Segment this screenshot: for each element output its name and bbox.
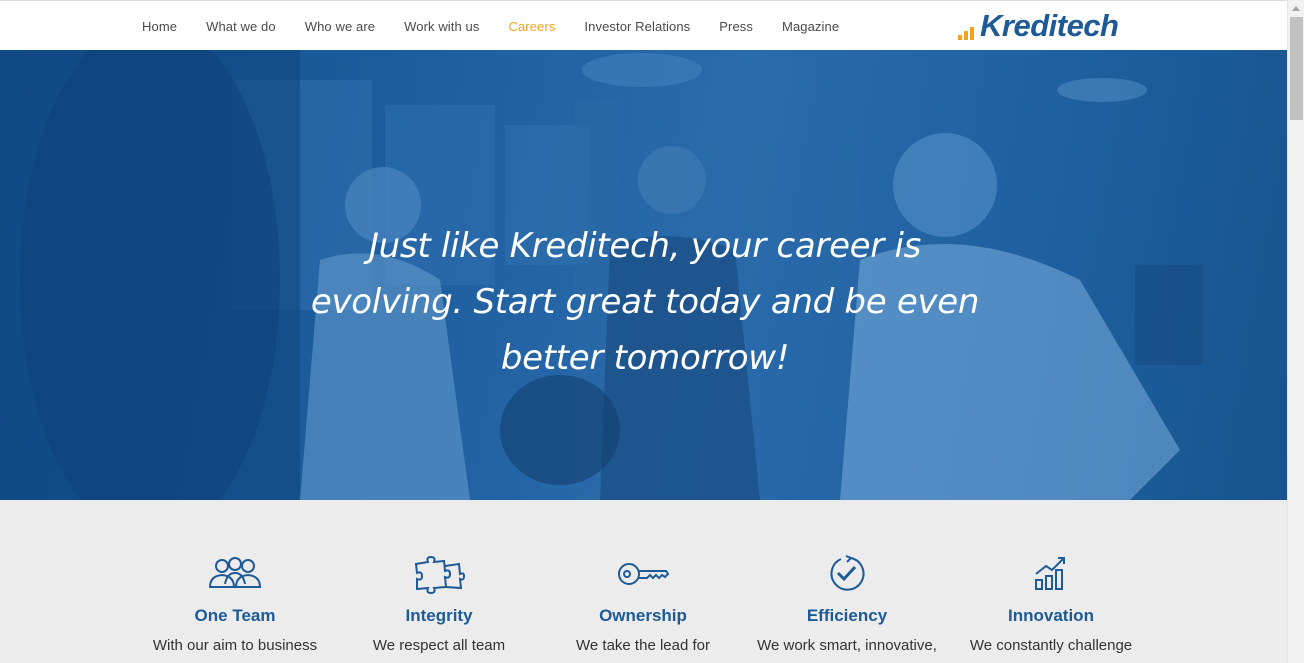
scrollbar-thumb[interactable] (1290, 17, 1303, 120)
value-description: We respect all team (372, 637, 506, 654)
value-description: We work smart, innovative, (757, 637, 937, 654)
value-title: Efficiency (806, 606, 888, 625)
growth-chart-icon (1035, 557, 1065, 590)
nav-home[interactable]: Home (142, 19, 177, 34)
nav-who-we-are[interactable]: Who we are (305, 19, 375, 34)
nav-magazine[interactable]: Magazine (782, 19, 839, 34)
nav-work-with-us[interactable]: Work with us (404, 19, 479, 34)
value-description: With our aim to business (152, 637, 318, 654)
hero-banner: Just like Kreditech, your career is evol… (0, 50, 1287, 500)
scroll-up-arrow-icon[interactable] (1288, 0, 1304, 17)
value-card-innovation: Innovation We constantly challenge (949, 554, 1153, 654)
hero-line-2: evolving. Start great today and be even (310, 282, 980, 322)
company-values-section: One Team With our aim to business Integr… (0, 500, 1287, 663)
nav-careers[interactable]: Careers (508, 19, 555, 34)
team-icon (208, 557, 262, 588)
logo-text: Kreditech (980, 8, 1119, 43)
logo-bars-icon (958, 27, 976, 40)
value-title: Ownership (599, 606, 687, 625)
hero-headline: Just like Kreditech, your career is evol… (300, 218, 990, 386)
site-header: Home What we do Who we are Work with us … (0, 0, 1287, 50)
hero-line-3: better tomorrow! (500, 338, 790, 378)
main-nav: Home What we do Who we are Work with us … (142, 1, 868, 51)
value-card-one-team: One Team With our aim to business (133, 554, 337, 654)
value-title: One Team (194, 606, 276, 625)
page-scrollbar[interactable] (1287, 0, 1304, 663)
value-title: Integrity (405, 606, 473, 625)
kreditech-logo[interactable]: Kreditech (958, 8, 1119, 43)
puzzle-icon (414, 555, 466, 594)
value-card-efficiency: Efficiency We work smart, innovative, (745, 554, 949, 654)
nav-press[interactable]: Press (719, 19, 753, 34)
clock-check-icon (830, 555, 865, 591)
value-description: We constantly challenge (969, 637, 1133, 654)
hero-line-1: Just like Kreditech, your career is (368, 226, 922, 266)
nav-what-we-do[interactable]: What we do (206, 19, 276, 34)
value-description: We take the lead for (576, 637, 710, 654)
value-card-ownership: Ownership We take the lead for (541, 554, 745, 654)
nav-investor-relations[interactable]: Investor Relations (584, 19, 690, 34)
value-card-integrity: Integrity We respect all team (337, 554, 541, 654)
key-icon (618, 563, 670, 585)
value-title: Innovation (1008, 606, 1094, 625)
